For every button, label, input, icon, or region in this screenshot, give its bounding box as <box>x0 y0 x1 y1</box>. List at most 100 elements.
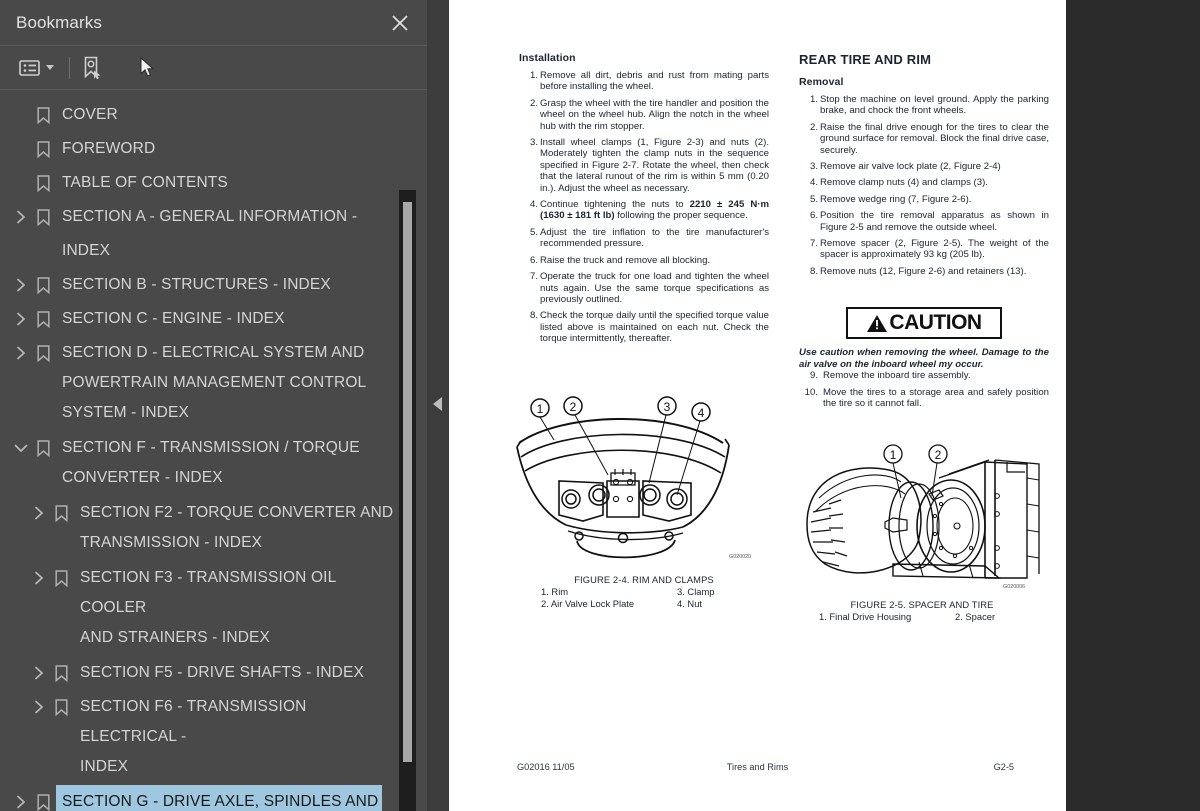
chevron-right-icon[interactable] <box>10 268 32 302</box>
pdf-reader-window: Bookmarks COVER FOREWORD TABLE OF CONTEN… <box>0 0 1200 811</box>
figure-1-caption: FIGURE 2-4. RIM AND CLAMPS <box>574 574 714 585</box>
new-bookmark-icon[interactable] <box>79 53 106 83</box>
chevron-right-icon[interactable] <box>10 785 32 811</box>
bookmark-item[interactable]: SECTION F2 - TORQUE CONVERTER AND TRANSM… <box>0 496 427 561</box>
bookmarks-panel-title: Bookmarks <box>16 12 102 32</box>
bookmark-icon <box>32 785 54 811</box>
bookmark-item[interactable]: FOREWORD <box>0 132 427 166</box>
document-step: Remove all dirt, debris and rust from ma… <box>523 70 769 93</box>
figure-1-item: 4. Nut <box>677 598 703 609</box>
bookmark-item[interactable]: SECTION D - ELECTRICAL SYSTEM AND POWERT… <box>0 336 427 431</box>
page-footer: G02016 11/05 Tires and Rims G2-5 <box>449 758 1066 782</box>
bookmark-icon <box>50 496 72 530</box>
bookmark-item-label: SECTION F - TRANSMISSION / TORQUE CONVER… <box>62 439 360 486</box>
figure-1-legend: 1. Rim 2. Air Valve Lock Plate 3. Clamp … <box>511 586 777 610</box>
figure-rim-and-clamps: 1 2 3 4 G020020 FIGURE 2-4. RIM AND CLAM… <box>511 395 777 610</box>
bookmark-icon <box>32 431 54 465</box>
bookmark-item-label: SECTION B - STRUCTURES - INDEX <box>62 276 331 293</box>
chevron-right-icon[interactable] <box>10 200 32 234</box>
svg-text:1: 1 <box>537 402 544 416</box>
bookmark-icon <box>32 302 54 336</box>
chevron-down-icon <box>46 65 54 70</box>
chevron-right-icon[interactable] <box>10 302 32 336</box>
warning-triangle-icon <box>867 314 888 332</box>
bookmark-icon <box>32 166 54 200</box>
document-step: Raise the final drive enough for the tir… <box>803 121 1049 156</box>
chevron-right-icon[interactable] <box>28 496 50 530</box>
svg-text:2: 2 <box>570 400 577 414</box>
caution-body-text: Use caution when removing the wheel. Dam… <box>799 347 1049 370</box>
document-step: Remove air valve lock plate (2, Figure 2… <box>803 161 1001 173</box>
footer-page-number: G2-5 <box>993 762 1014 772</box>
figure-1-drawing-id: G020020 <box>729 554 751 560</box>
bookmark-item[interactable]: SECTION F3 - TRANSMISSION OIL COOLER AND… <box>0 561 427 656</box>
bookmark-item[interactable]: SECTION F5 - DRIVE SHAFTS - INDEX <box>0 656 427 690</box>
document-step: Install wheel clamps (1, Figure 2-3) and… <box>523 137 769 194</box>
document-step: Remove spacer (2, Figure 2-5). The weigh… <box>803 238 1049 261</box>
figure-1-item: 2. Air Valve Lock Plate <box>541 598 635 609</box>
installation-heading: Installation <box>519 52 576 64</box>
document-step: Remove wedge ring (7, Figure 2-6). <box>803 193 972 206</box>
chevron-down-icon[interactable] <box>10 431 32 465</box>
bookmark-item[interactable]: SECTION G - DRIVE AXLE, SPINDLES AND WHE… <box>0 784 427 811</box>
bookmark-item-label: SECTION F3 - TRANSMISSION OIL COOLER AND… <box>80 569 336 646</box>
bookmark-icon <box>32 132 54 166</box>
svg-text:3: 3 <box>664 400 671 414</box>
bookmark-icon <box>50 690 72 724</box>
close-icon[interactable] <box>387 10 413 36</box>
bookmark-item[interactable]: SECTION C - ENGINE - INDEX <box>0 302 427 336</box>
bookmark-item[interactable]: TABLE OF CONTENTS <box>0 166 427 200</box>
bookmark-item[interactable]: SECTION A - GENERAL INFORMATION - INDEX <box>0 200 427 268</box>
chevron-right-icon[interactable] <box>10 336 32 370</box>
document-step: Check the torque daily until the specifi… <box>523 310 769 345</box>
removal-steps-continued: Remove the inboard tire assembly. Move th… <box>799 370 1049 409</box>
document-step: Grasp the wheel with the tire handler an… <box>523 97 769 132</box>
bookmarks-scrollbar[interactable] <box>399 190 416 811</box>
list-options-icon[interactable] <box>16 53 57 83</box>
bookmark-item-label: SECTION D - ELECTRICAL SYSTEM AND POWERT… <box>62 344 367 421</box>
bookmark-item[interactable]: COVER <box>0 98 427 132</box>
document-step: Remove the inboard tire assembly. <box>799 370 971 382</box>
svg-text:2: 2 <box>935 448 942 462</box>
bookmark-icon <box>32 200 54 234</box>
removal-steps: Stop the machine on level ground. Apply … <box>799 94 1049 278</box>
document-step: Remove nuts (12, Figure 2-6) and retaine… <box>803 265 1027 278</box>
bookmark-icon <box>50 561 72 595</box>
bookmark-item-label: FOREWORD <box>62 140 156 157</box>
removal-subheading: Removal <box>799 76 844 88</box>
bookmark-icon <box>32 98 54 132</box>
document-step: Remove clamp nuts (4) and clamps (3). <box>803 177 988 189</box>
document-step: Raise the truck and remove all blocking. <box>523 254 711 267</box>
bookmarks-tree[interactable]: COVER FOREWORD TABLE OF CONTENTS SECTION A … <box>0 90 427 811</box>
spacer-tire-drawing: 1 2 G020006 <box>806 444 1040 590</box>
figure-2-caption: FIGURE 2-5. SPACER AND TIRE <box>850 599 994 610</box>
bookmark-item-label: SECTION A - GENERAL INFORMATION - INDEX <box>62 208 358 259</box>
figure-2-drawing-id: G020006 <box>1003 584 1025 590</box>
caution-label: CAUTION <box>889 311 982 334</box>
bookmark-item[interactable]: SECTION B - STRUCTURES - INDEX <box>0 268 427 302</box>
caution-block: CAUTION Use caution when removing the wh… <box>799 307 1049 414</box>
chevron-right-icon[interactable] <box>28 656 50 690</box>
chevron-right-icon[interactable] <box>28 690 50 724</box>
bookmarks-toolbar <box>0 46 427 90</box>
bookmark-item[interactable]: SECTION F6 - TRANSMISSION ELECTRICAL - I… <box>0 690 427 785</box>
bookmark-item-label: SECTION F6 - TRANSMISSION ELECTRICAL - I… <box>80 698 307 775</box>
bookmark-item-label: SECTION G - DRIVE AXLE, SPINDLES AND WHE… <box>54 784 384 811</box>
bookmarks-panel: Bookmarks COVER FOREWORD TABLE OF CONTEN… <box>0 0 427 811</box>
bookmark-item-label: SECTION F2 - TORQUE CONVERTER AND TRANSM… <box>80 504 394 551</box>
document-step: Move the tires to a storage area and saf… <box>799 386 1049 409</box>
svg-text:4: 4 <box>698 406 705 420</box>
figure-1-item: 1. Rim <box>541 586 569 597</box>
document-step: Stop the machine on level ground. Apply … <box>803 94 1049 117</box>
chevron-right-icon[interactable] <box>28 561 50 595</box>
rear-tire-rim-heading: REAR TIRE AND RIM <box>799 52 932 67</box>
document-step: Adjust the tire inflation to the tire ma… <box>523 226 769 250</box>
sidebar-collapse-handle[interactable] <box>427 0 449 811</box>
document-step: Continue tightening the nuts to 2210 ± 2… <box>523 199 770 222</box>
rim-clamps-drawing: 1 2 3 4 G020020 <box>516 396 751 560</box>
bookmarks-scrollbar-thumb[interactable] <box>403 202 412 762</box>
bookmark-item[interactable]: SECTION F - TRANSMISSION / TORQUE CONVER… <box>0 431 427 496</box>
figure-2-legend: 1. Final Drive Housing 2. Spacer <box>789 611 1055 623</box>
bookmark-item-label: COVER <box>62 106 118 123</box>
bookmark-icon <box>32 336 54 370</box>
